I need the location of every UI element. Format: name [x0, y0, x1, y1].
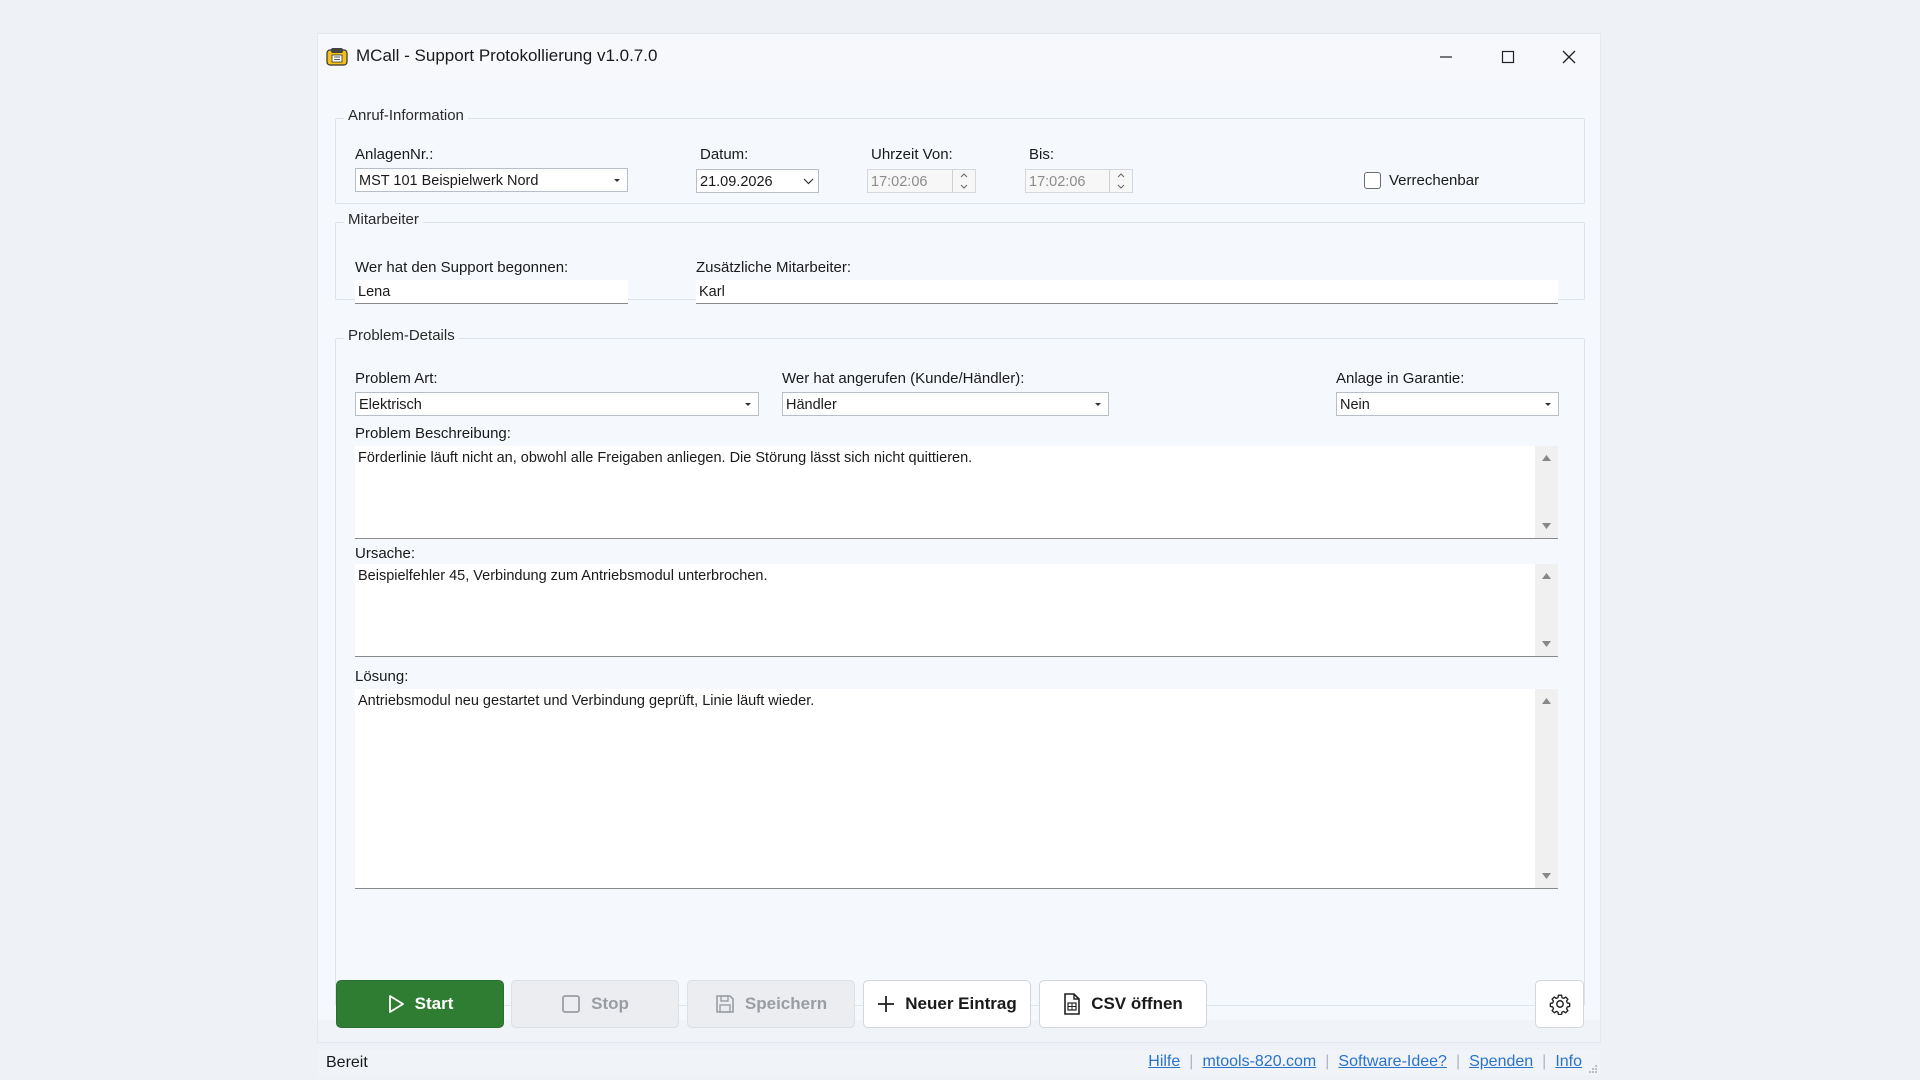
link-spenden[interactable]: Spenden — [1469, 1053, 1533, 1070]
group-label: Mitarbeiter — [344, 211, 423, 228]
client-area: Anruf-Information AnlagenNr.: MST 101 Be… — [318, 80, 1600, 1020]
uhrzeit-bis-value: 17:02:06 — [1029, 174, 1086, 190]
main-window: MCall - Support Protokollierung v1.0.7.0… — [318, 34, 1600, 1076]
begonnen-input[interactable]: Lena — [355, 280, 628, 304]
loesung-value: Antriebsmodul neu gestartet und Verbindu… — [358, 693, 815, 709]
settings-button[interactable] — [1535, 980, 1584, 1028]
app-phone-icon — [326, 48, 348, 66]
garantie-value: Nein — [1340, 397, 1370, 413]
anrufer-combobox[interactable]: Händler — [782, 392, 1109, 416]
title-bar[interactable]: MCall - Support Protokollierung v1.0.7.0 — [318, 34, 1600, 80]
bis-label: Bis: — [1029, 146, 1055, 163]
save-icon — [716, 995, 734, 1013]
spin-up-icon[interactable] — [953, 170, 975, 181]
scroll-down-icon[interactable] — [1535, 635, 1558, 653]
maximize-button[interactable] — [1477, 34, 1539, 80]
window-title: MCall - Support Protokollierung v1.0.7.0 — [356, 46, 658, 65]
anlagen-label: AnlagenNr.: — [355, 146, 434, 163]
minimize-icon — [1440, 56, 1452, 58]
dropdown-arrow-icon[interactable] — [1538, 393, 1558, 415]
neuer-eintrag-button[interactable]: Neuer Eintrag — [863, 980, 1031, 1028]
beschreibung-textarea[interactable]: Förderlinie läuft nicht an, obwohl alle … — [355, 446, 1558, 539]
ursache-textarea[interactable]: Beispielfehler 45, Verbindung zum Antrie… — [355, 564, 1558, 657]
start-button[interactable]: Start — [336, 980, 504, 1028]
beschreibung-value: Förderlinie läuft nicht an, obwohl alle … — [358, 450, 973, 466]
status-text: Bereit — [326, 1054, 368, 1071]
stop-icon — [562, 995, 581, 1013]
loesung-textarea[interactable]: Antriebsmodul neu gestartet und Verbindu… — [355, 689, 1558, 889]
close-icon — [1562, 50, 1576, 64]
anrufer-value: Händler — [786, 397, 837, 413]
verrechenbar-checkbox[interactable] — [1364, 172, 1381, 189]
play-icon — [388, 995, 404, 1013]
maximize-icon — [1501, 50, 1515, 64]
close-button[interactable] — [1538, 34, 1600, 80]
status-bar: Bereit Hilfe | mtools-820.com | Software-Ide… — [318, 1050, 1600, 1076]
zusaetzlich-input[interactable]: Karl — [696, 280, 1558, 304]
link-mtools[interactable]: mtools-820.com — [1202, 1053, 1316, 1070]
stop-button[interactable]: Stop — [511, 980, 679, 1028]
group-label: Anruf-Information — [344, 107, 468, 124]
neuer-eintrag-label: Neuer Eintrag — [905, 994, 1017, 1013]
datum-label: Datum: — [700, 146, 749, 163]
uhrzeit-bis-spinner[interactable]: 17:02:06 — [1025, 169, 1133, 193]
begonnen-label: Wer hat den Support begonnen: — [355, 259, 569, 276]
document-icon — [1064, 993, 1080, 1015]
dropdown-arrow-icon[interactable] — [738, 393, 758, 415]
vertical-scrollbar[interactable] — [1535, 446, 1558, 538]
ursache-value: Beispielfehler 45, Verbindung zum Antrie… — [358, 568, 768, 584]
datum-datepicker[interactable]: 21.09.2026 — [696, 169, 819, 193]
gear-icon — [1549, 994, 1570, 1015]
anlagen-combobox[interactable]: MST 101 Beispielwerk Nord — [355, 168, 628, 192]
problem-art-combobox[interactable]: Elektrisch — [355, 392, 759, 416]
time-spinner[interactable] — [1109, 170, 1132, 192]
problem-details-group: Problem-Details — [335, 327, 1585, 1006]
uhrzeit-von-value: 17:02:06 — [871, 174, 928, 190]
ursache-label: Ursache: — [355, 545, 416, 562]
speichern-label: Speichern — [744, 994, 828, 1013]
spin-down-icon[interactable] — [1110, 181, 1132, 192]
garantie-label: Anlage in Garantie: — [1336, 370, 1465, 387]
vertical-scrollbar[interactable] — [1535, 564, 1558, 656]
verrechenbar-label[interactable]: Verrechenbar — [1389, 172, 1479, 189]
anrufer-label: Wer hat angerufen (Kunde/Händler): — [782, 370, 1025, 387]
speichern-button[interactable]: Speichern — [687, 980, 855, 1028]
minimize-button[interactable] — [1415, 34, 1477, 80]
zusaetzlich-label: Zusätzliche Mitarbeiter: — [696, 259, 852, 276]
garantie-combobox[interactable]: Nein — [1336, 392, 1559, 416]
beschreibung-label: Problem Beschreibung: — [355, 425, 511, 442]
scroll-down-icon[interactable] — [1535, 517, 1558, 535]
time-spinner[interactable] — [952, 170, 975, 192]
problem-art-label: Problem Art: — [355, 370, 438, 387]
chevron-down-icon[interactable] — [798, 170, 818, 192]
anlagen-value: MST 101 Beispielwerk Nord — [359, 173, 539, 189]
csv-oeffnen-label: CSV öffnen — [1091, 994, 1183, 1013]
zusaetzlich-value: Karl — [699, 284, 725, 300]
uhrzeit-von-spinner[interactable]: 17:02:06 — [867, 169, 976, 193]
link-software-idee[interactable]: Software-Idee? — [1338, 1053, 1447, 1070]
problem-art-value: Elektrisch — [359, 397, 422, 413]
begonnen-value: Lena — [358, 284, 391, 300]
stop-label: Stop — [591, 994, 629, 1013]
scroll-up-icon[interactable] — [1535, 692, 1558, 710]
link-info[interactable]: Info — [1555, 1053, 1582, 1070]
scroll-up-icon[interactable] — [1535, 449, 1558, 467]
dropdown-arrow-icon[interactable] — [1088, 393, 1108, 415]
dropdown-arrow-icon[interactable] — [607, 169, 627, 191]
scroll-up-icon[interactable] — [1535, 567, 1558, 585]
spin-down-icon[interactable] — [953, 181, 975, 192]
spin-up-icon[interactable] — [1110, 170, 1132, 181]
group-label: Problem-Details — [344, 327, 459, 344]
loesung-label: Lösung: — [355, 668, 409, 685]
vertical-scrollbar[interactable] — [1535, 689, 1558, 888]
link-hilfe[interactable]: Hilfe — [1148, 1053, 1180, 1070]
start-label: Start — [414, 994, 454, 1013]
datum-value: 21.09.2026 — [700, 174, 773, 190]
footer-links: Hilfe | mtools-820.com | Software-Idee? | Spen… — [1148, 1053, 1582, 1070]
resize-grip-icon[interactable] — [1588, 1064, 1598, 1074]
scroll-down-icon[interactable] — [1535, 867, 1558, 885]
csv-oeffnen-button[interactable]: CSV öffnen — [1039, 980, 1207, 1028]
uhrzeit-von-label: Uhrzeit Von: — [871, 146, 953, 163]
plus-icon — [878, 996, 895, 1012]
